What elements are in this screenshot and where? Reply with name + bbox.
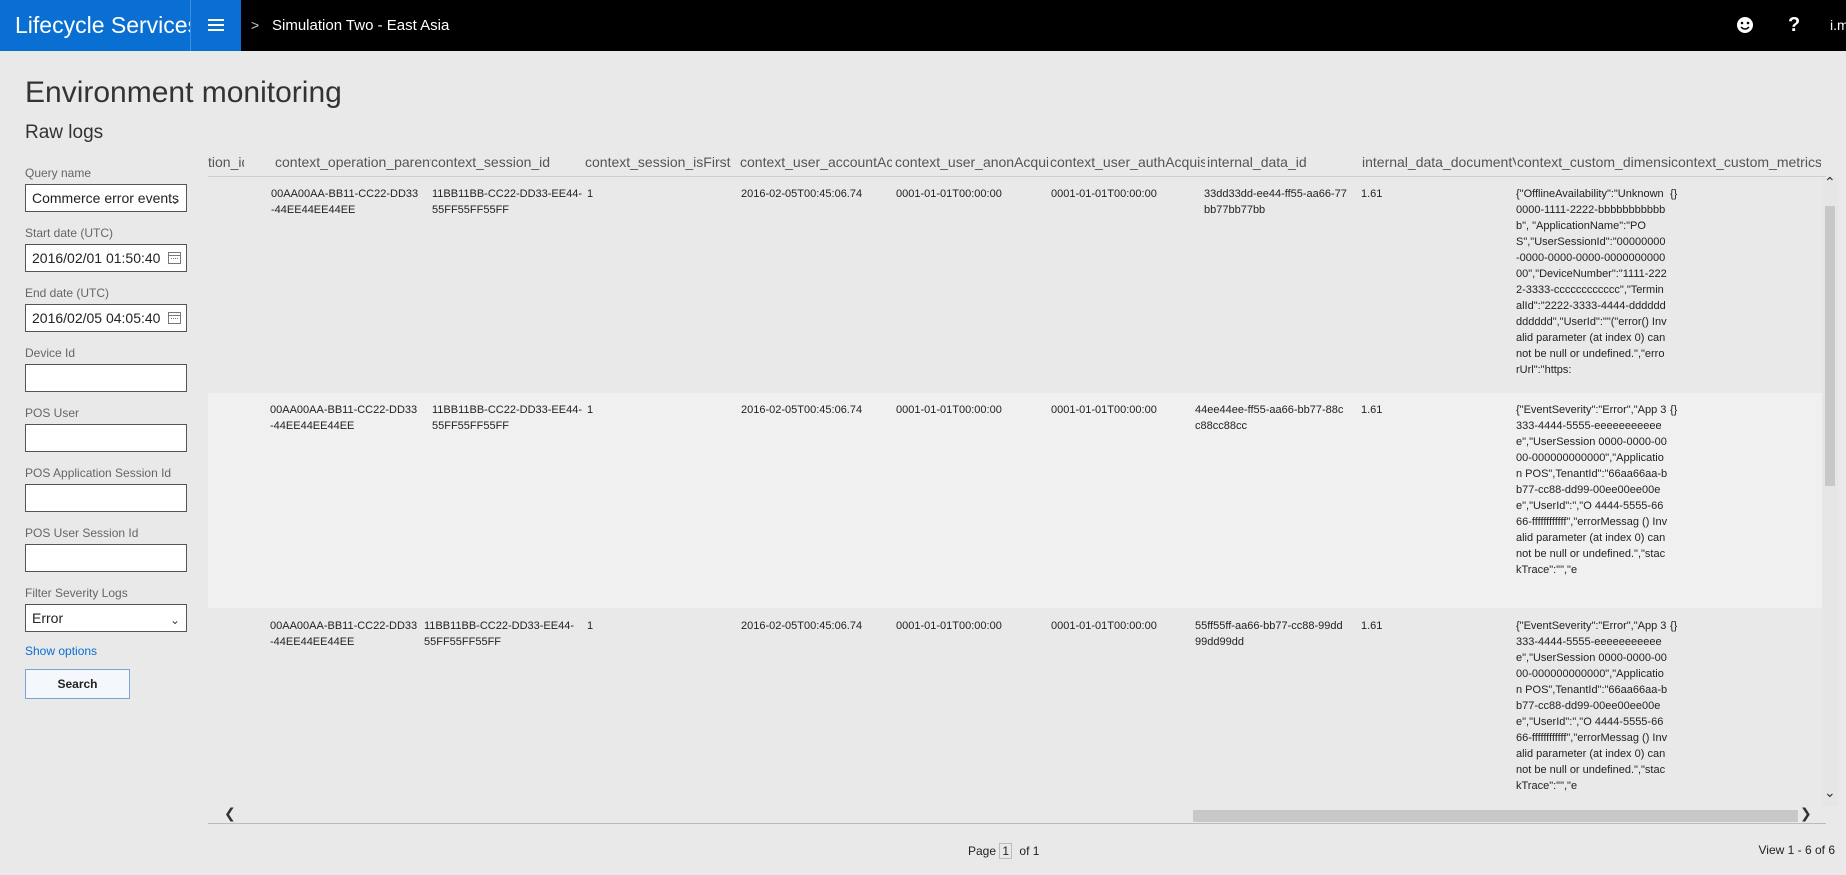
- start-date-field[interactable]: 2016/02/01 01:50:40: [25, 244, 187, 272]
- cell-data-id: 33dd33dd-ee44-ff55-aa66-77bb77bb77bb: [1204, 188, 1347, 216]
- start-date-label: Start date (UTC): [25, 226, 114, 240]
- chevron-down-icon: ⌄: [169, 613, 180, 627]
- column-header[interactable]: tion_id: [208, 154, 244, 174]
- show-options-link[interactable]: Show options: [25, 644, 97, 658]
- chevron-down-icon: ⌄: [169, 193, 180, 207]
- query-name-value: Commerce error events: [32, 190, 180, 206]
- cell-data-id: 55ff55ff-aa66-bb77-cc88-99dd99dd99dd: [1195, 620, 1343, 648]
- query-name-label: Query name: [25, 166, 92, 180]
- end-date-label: End date (UTC): [25, 286, 110, 300]
- raw-logs-grid: tion_id context_operation_parent_id cont…: [208, 150, 1838, 839]
- column-header[interactable]: context_user_anonAcquisitionDate: [895, 154, 1048, 174]
- end-date-value: 2016/02/05 04:05:40: [32, 310, 161, 326]
- search-button[interactable]: Search: [25, 669, 130, 699]
- pos-user-input[interactable]: [25, 424, 187, 452]
- view-count: View 1 - 6 of 6: [1758, 843, 1836, 857]
- page-subtitle: Raw logs: [25, 122, 104, 143]
- device-id-input[interactable]: [25, 364, 187, 392]
- cell-is-first: 1: [587, 188, 594, 200]
- severity-value: Error: [32, 610, 64, 626]
- column-header[interactable]: context_user_accountAcquisitionDate: [740, 154, 892, 174]
- column-header[interactable]: context_custom_dimensions: [1517, 154, 1671, 174]
- cell-data-id: 44ee44ee-ff55-aa66-bb77-88cc88cc88cc: [1195, 404, 1344, 432]
- grid-header: tion_id context_operation_parent_id cont…: [208, 150, 1826, 177]
- cell-auth-date: 0001-01-01T00:00:00: [1051, 404, 1157, 416]
- cell-custom-dimensions: {"OfflineAvailability":"Unknown 0000-111…: [1516, 188, 1667, 376]
- table-row[interactable]: 00AA00AA-BB11-CC22-DD33-44EE44EE44EE 11B…: [208, 609, 1822, 806]
- page-of-label: of 1: [1019, 844, 1040, 858]
- cell-auth-date: 0001-01-01T00:00:00: [1051, 188, 1157, 200]
- cell-session-id: 11BB11BB-CC22-DD33-EE44-55FF55FF55FF: [424, 620, 574, 648]
- cell-doc-version: 1.61: [1361, 188, 1383, 200]
- cell-custom-metrics: {}: [1670, 188, 1678, 200]
- question-icon[interactable]: ?: [1788, 0, 1800, 51]
- cell-doc-version: 1.61: [1361, 620, 1383, 632]
- page-number-input[interactable]: 1: [999, 843, 1013, 859]
- app-brand[interactable]: Lifecycle Services: [0, 0, 199, 51]
- horizontal-scrollbar[interactable]: ❮ ❯: [208, 805, 1826, 824]
- cell-is-first: 1: [587, 620, 594, 632]
- column-header[interactable]: context_session_isFirst: [585, 154, 735, 174]
- scroll-right-icon[interactable]: ❯: [1800, 805, 1812, 822]
- pos-app-session-label: POS Application Session Id: [25, 466, 172, 480]
- vertical-scroll-thumb[interactable]: [1825, 206, 1835, 486]
- breadcrumb-project[interactable]: Simulation Two - East Asia: [272, 0, 449, 51]
- page-label: Page: [968, 844, 997, 858]
- cell-anon-date: 0001-01-01T00:00:00: [896, 188, 1002, 200]
- column-header[interactable]: internal_data_id: [1207, 154, 1362, 174]
- query-name-select[interactable]: Commerce error events ⌄: [25, 184, 187, 212]
- scroll-left-icon[interactable]: ❮: [224, 805, 236, 822]
- smiley-icon[interactable]: [1735, 15, 1755, 35]
- cell-doc-version: 1.61: [1361, 404, 1383, 416]
- cell-custom-metrics: {}: [1670, 620, 1678, 632]
- scroll-up-icon[interactable]: ⌃: [1824, 174, 1836, 191]
- cell-auth-date: 0001-01-01T00:00:00: [1051, 620, 1157, 632]
- cell-custom-metrics: {}: [1670, 404, 1678, 416]
- calendar-icon[interactable]: [168, 312, 181, 324]
- scroll-down-icon[interactable]: ⌄: [1824, 784, 1836, 801]
- top-bar: Lifecycle Services > Simulation Two - Ea…: [0, 0, 1846, 51]
- cell-account-date: 2016-02-05T00:45:06.74: [741, 620, 863, 632]
- cell-custom-dimensions: {"EventSeverity":"Error","App 3333-4444-…: [1516, 620, 1668, 792]
- menu-button[interactable]: [190, 0, 241, 51]
- cell-session-id: 11BB11BB-CC22-DD33-EE44-55FF55FF55FF: [432, 188, 582, 216]
- severity-label: Filter Severity Logs: [25, 586, 128, 600]
- horizontal-scroll-thumb[interactable]: [1193, 810, 1798, 822]
- column-header[interactable]: context_operation_parent_id: [275, 154, 431, 174]
- page-title: Environment monitoring: [25, 76, 342, 109]
- cell-anon-date: 0001-01-01T00:00:00: [896, 620, 1002, 632]
- column-header[interactable]: context_session_id: [431, 154, 581, 174]
- end-date-field[interactable]: 2016/02/05 04:05:40: [25, 304, 187, 332]
- cell-account-date: 2016-02-05T00:45:06.74: [741, 404, 863, 416]
- breadcrumb-separator: >: [251, 17, 260, 33]
- cell-parent-id: 00AA00AA-BB11-CC22-DD33-44EE44EE44EE: [271, 188, 419, 216]
- hamburger-icon: [208, 19, 224, 31]
- severity-select[interactable]: Error ⌄: [25, 604, 187, 632]
- cell-parent-id: 00AA00AA-BB11-CC22-DD33-44EE44EE44EE: [270, 404, 418, 432]
- device-id-label: Device Id: [25, 346, 76, 360]
- cell-is-first: 1: [587, 404, 594, 416]
- pos-user-label: POS User: [25, 406, 80, 420]
- pager: Page 1 of 1: [968, 843, 1039, 859]
- cell-anon-date: 0001-01-01T00:00:00: [896, 404, 1002, 416]
- pos-user-session-label: POS User Session Id: [25, 526, 139, 540]
- cell-custom-dimensions: {"EventSeverity":"Error","App 3333-4444-…: [1516, 404, 1668, 576]
- pos-user-session-input[interactable]: [25, 544, 187, 572]
- vertical-scrollbar[interactable]: ⌃ ⌄: [1822, 174, 1838, 806]
- column-header[interactable]: context_user_authAcquisitionDate: [1050, 154, 1205, 174]
- cell-parent-id: 00AA00AA-BB11-CC22-DD33-44EE44EE44EE: [270, 620, 418, 648]
- calendar-icon[interactable]: [168, 252, 181, 264]
- pos-app-session-input[interactable]: [25, 484, 187, 512]
- cell-session-id: 11BB11BB-CC22-DD33-EE44-55FF55FF55FF: [432, 404, 582, 432]
- table-row[interactable]: 00AA00AA-BB11-CC22-DD33-44EE44EE44EE 11B…: [208, 177, 1822, 392]
- column-header[interactable]: internal_data_documentVersion: [1362, 154, 1516, 174]
- start-date-value: 2016/02/01 01:50:40: [32, 250, 161, 266]
- table-row[interactable]: 00AA00AA-BB11-CC22-DD33-44EE44EE44EE 11B…: [208, 393, 1822, 608]
- column-header[interactable]: context_custom_metrics: [1671, 154, 1821, 174]
- user-name[interactable]: i.m: [1830, 0, 1846, 51]
- cell-account-date: 2016-02-05T00:45:06.74: [741, 188, 863, 200]
